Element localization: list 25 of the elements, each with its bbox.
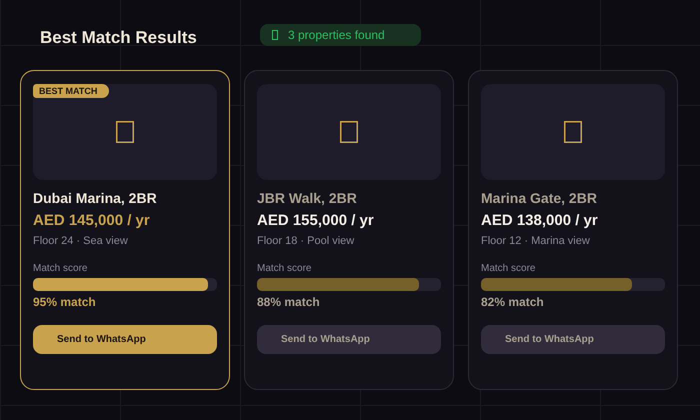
box-icon <box>272 30 278 40</box>
property-name: Marina Gate, 2BR <box>481 190 598 206</box>
score-label: Match score <box>33 263 88 274</box>
status-text: 3 properties found <box>288 28 385 42</box>
property-details: Floor 24 · Sea view <box>33 235 129 247</box>
property-price: AED 138,000 / yr <box>481 212 599 229</box>
property-price: AED 155,000 / yr <box>257 212 375 229</box>
score-label: Match score <box>257 263 312 274</box>
match-percentage: 88% match <box>257 295 321 309</box>
property-details: Floor 12 · Marina view <box>481 235 591 247</box>
match-percentage: 95% match <box>33 295 97 309</box>
send-whatsapp-button[interactable]: Send to WhatsApp <box>257 325 441 354</box>
send-whatsapp-button[interactable]: Send to WhatsApp <box>481 325 665 354</box>
box-icon <box>340 121 358 143</box>
score-label: Match score <box>481 263 536 274</box>
property-price: AED 145,000 / yr <box>33 212 151 229</box>
box-icon <box>116 121 134 143</box>
property-details: Floor 18 · Pool view <box>257 235 356 247</box>
send-whatsapp-button[interactable]: Send to WhatsApp <box>33 325 217 354</box>
property-name: Dubai Marina, 2BR <box>33 190 158 206</box>
property-name: JBR Walk, 2BR <box>257 190 358 206</box>
match-percentage: 82% match <box>481 295 545 309</box>
box-icon <box>564 121 582 143</box>
best-match-badge: BEST MATCH <box>33 84 110 98</box>
page-title: Best Match Results <box>40 28 198 48</box>
